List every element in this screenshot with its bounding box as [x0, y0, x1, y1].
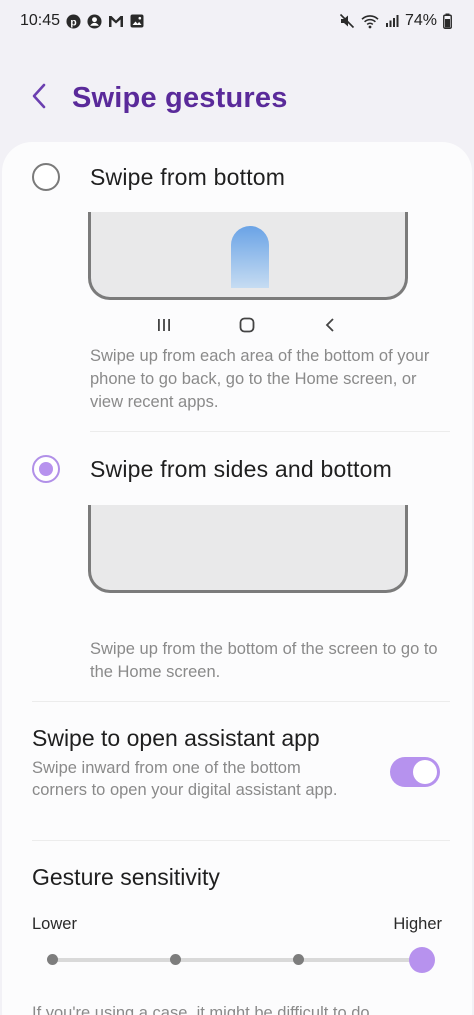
app-header: Swipe gestures [0, 68, 474, 128]
phone-illustration-sides [88, 505, 408, 593]
phone-illustration-bottom [88, 212, 408, 300]
option-label: Swipe from sides and bottom [90, 455, 392, 482]
status-time: 10:45 [20, 12, 61, 29]
mute-icon [339, 13, 355, 29]
back-button[interactable] [10, 68, 70, 128]
status-right: 74% [339, 12, 452, 30]
sensitivity-slider[interactable] [52, 958, 422, 962]
slider-step-dot[interactable] [169, 954, 181, 965]
signal-icon [385, 14, 399, 28]
radio-button-selected[interactable] [32, 455, 60, 483]
assistant-title: Swipe to open assistant app [32, 725, 320, 751]
swipe-area-indicator [231, 226, 269, 288]
divider [90, 431, 450, 432]
toggle-knob [413, 760, 437, 784]
pinterest-icon: p [66, 13, 81, 29]
chevron-left-icon [30, 82, 50, 115]
assistant-toggle[interactable] [390, 757, 440, 787]
home-key-icon [235, 313, 259, 337]
page-title: Swipe gestures [72, 81, 288, 114]
option-swipe-from-sides-and-bottom[interactable]: Swipe from sides and bottom [2, 444, 472, 494]
assistant-description: Swipe inward from one of the bottom corn… [32, 759, 338, 799]
gmail-icon [108, 15, 124, 28]
battery-icon [443, 13, 452, 29]
slider-step-dot[interactable] [46, 954, 58, 965]
status-left: 10:45 p [20, 12, 144, 30]
battery-level: 74% [404, 12, 437, 29]
settings-card: Swipe from bottom Swipe up from each are… [2, 142, 472, 1015]
back-key-icon [318, 313, 342, 337]
status-bar: 10:45 p 74% [0, 0, 474, 42]
slider-label-higher: Higher [393, 915, 442, 933]
option-swipe-from-bottom[interactable]: Swipe from bottom [2, 152, 472, 202]
slider-label-lower: Lower [32, 915, 77, 933]
option-description: Swipe up from each area of the bottom of… [90, 347, 430, 411]
slider-step-dot[interactable] [293, 954, 305, 965]
option-description: Swipe up from the bottom of the screen t… [90, 640, 438, 681]
footnote: If you're using a case, it might be diff… [32, 1004, 370, 1015]
divider [32, 840, 450, 841]
recents-key-icon [152, 313, 176, 337]
slider-thumb[interactable] [409, 947, 435, 973]
account-circle-icon [87, 13, 102, 29]
gallery-icon [130, 14, 144, 28]
sensitivity-title: Gesture sensitivity [32, 864, 220, 890]
radio-button[interactable] [32, 163, 60, 191]
nav-keys [152, 312, 342, 338]
divider [32, 701, 450, 702]
wifi-icon [361, 14, 379, 29]
option-label: Swipe from bottom [90, 163, 286, 190]
svg-text:p: p [70, 17, 76, 28]
